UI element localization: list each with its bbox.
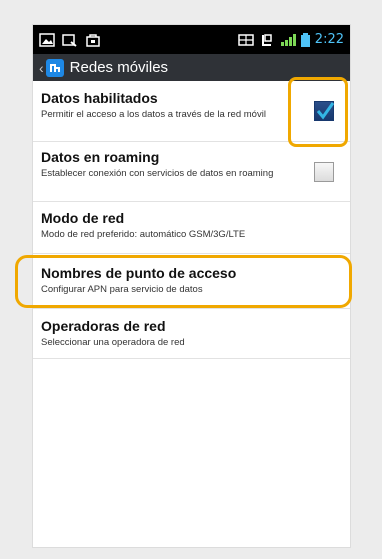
setting-datos-habilitados[interactable]: Datos habilitados Permitir el acceso a l… (33, 81, 350, 142)
settings-list: Datos habilitados Permitir el acceso a l… (33, 81, 350, 359)
title-bar: ‹ Redes móviles (33, 54, 350, 81)
setting-title: Operadoras de red (41, 318, 166, 334)
network-app-icon[interactable] (45, 58, 64, 77)
phone-screen: 2:22 ‹ Redes móviles Datos habilitados P… (32, 24, 351, 548)
setting-summary: Seleccionar una operadora de red (41, 337, 185, 348)
page-title: Redes móviles (69, 59, 169, 76)
wifi-icon (238, 33, 254, 47)
setting-summary: Establecer conexión con servicios de dat… (41, 168, 274, 179)
status-bar: 2:22 (33, 25, 350, 54)
setting-summary: Modo de red preferido: automático GSM/3G… (41, 229, 246, 240)
search-icon (62, 33, 78, 47)
signal-icon (280, 33, 296, 47)
status-time: 2:22 (314, 32, 344, 47)
setting-summary: Permitir el acceso a los datos a través … (41, 109, 266, 120)
back-arrow-icon[interactable]: ‹ (39, 60, 44, 76)
setting-modo-de-red[interactable]: Modo de red Modo de red preferido: autom… (33, 202, 350, 254)
setting-operadoras-de-red[interactable]: Operadoras de red Seleccionar una operad… (33, 309, 350, 359)
setting-title: Nombres de punto de acceso (41, 265, 237, 281)
setting-summary: Configurar APN para servicio de datos (41, 284, 203, 295)
store-icon (85, 33, 101, 47)
datos-en-roaming-checkbox[interactable] (314, 161, 334, 182)
setting-datos-en-roaming[interactable]: Datos en roaming Establecer conexión con… (33, 142, 350, 202)
image-icon (39, 32, 55, 47)
battery-icon (300, 32, 310, 47)
setting-title: Modo de red (41, 210, 125, 226)
setting-nombres-punto-acceso[interactable]: Nombres de punto de acceso Configurar AP… (33, 254, 350, 309)
setting-title: Datos habilitados (41, 90, 158, 106)
datos-habilitados-checkbox[interactable] (314, 101, 335, 121)
network-icon (259, 33, 275, 47)
setting-title: Datos en roaming (41, 149, 160, 165)
checkmark-icon (316, 102, 335, 120)
